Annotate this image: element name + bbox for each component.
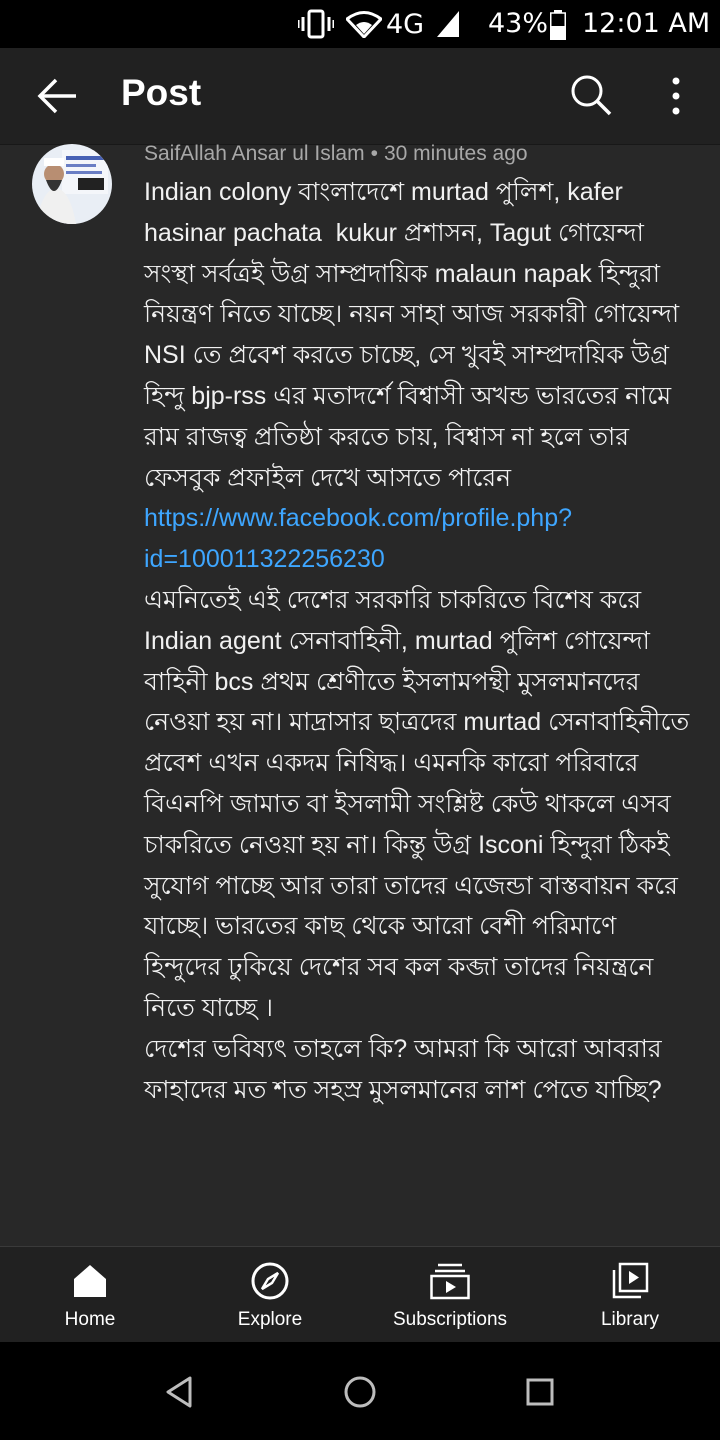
profile-link[interactable]: https://www.facebook.com/profile.php?id=…: [144, 504, 572, 573]
page-title: Post: [121, 72, 202, 113]
home-circle-icon[interactable]: [342, 1374, 378, 1410]
back-arrow-icon: [37, 78, 76, 114]
explore-compass-icon: [251, 1262, 289, 1300]
nav-home[interactable]: Home: [0, 1247, 180, 1343]
post-time: 30 minutes ago: [383, 144, 528, 165]
nav-explore-label: Explore: [237, 1309, 303, 1330]
battery-icon: [550, 10, 566, 40]
app-bar: Post: [0, 48, 720, 145]
nav-library[interactable]: Library: [540, 1247, 720, 1343]
back-button[interactable]: [30, 74, 84, 118]
post-card: SaifAllah Ansar ul Islam • 30 minutes ago …: [0, 144, 720, 1246]
wifi-icon: [346, 11, 382, 38]
library-icon: [612, 1262, 649, 1299]
subscriptions-icon: [430, 1263, 470, 1300]
signal-icon: [437, 11, 459, 37]
battery-percent: 43%: [488, 8, 549, 39]
bottom-navigation: Home Explore Subscriptions Library: [0, 1246, 720, 1343]
author-name[interactable]: SaifAllah Ansar ul Islam: [144, 144, 365, 165]
more-options-button[interactable]: [655, 72, 697, 120]
post-text-part1: Indian colony বাংলাদেশে murtad পুলিশ, ka…: [144, 178, 687, 492]
network-type: 4G: [386, 9, 425, 40]
post-text-part2: এমনিতেই এই দেশের সরকারি চাকরিতে বিশেষ কর…: [144, 585, 690, 1104]
nav-explore[interactable]: Explore: [180, 1247, 360, 1343]
avatar-image: [32, 144, 112, 224]
search-button[interactable]: [568, 72, 616, 120]
nav-subscriptions-label: Subscriptions: [392, 1309, 508, 1330]
more-vert-icon: [672, 77, 680, 115]
nav-library-label: Library: [600, 1309, 660, 1330]
post-text: Indian colony বাংলাদেশে murtad পুলিশ, ka…: [144, 172, 694, 1110]
post-meta: SaifAllah Ansar ul Islam • 30 minutes ago: [144, 144, 528, 166]
meta-separator: •: [370, 144, 378, 165]
avatar[interactable]: [32, 144, 112, 224]
vibrate-icon: [298, 9, 334, 39]
search-icon: [571, 75, 612, 116]
nav-subscriptions[interactable]: Subscriptions: [360, 1247, 540, 1343]
clock: 12:01 AM: [582, 8, 711, 39]
recents-square-icon[interactable]: [522, 1374, 558, 1410]
back-triangle-icon[interactable]: [162, 1374, 198, 1410]
home-icon: [74, 1265, 106, 1297]
nav-home-label: Home: [64, 1309, 116, 1330]
status-bar: 4G 43% 12:01 AM: [0, 0, 720, 48]
system-navigation-bar: [0, 1342, 720, 1440]
